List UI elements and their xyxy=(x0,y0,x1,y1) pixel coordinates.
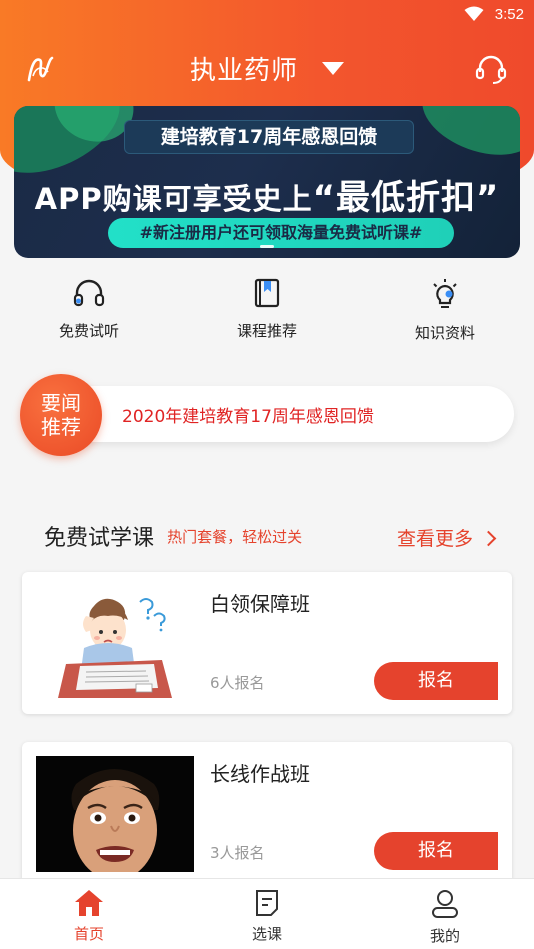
quick-link-label: 课程推荐 xyxy=(236,322,297,340)
banner-leaf-decoration xyxy=(411,106,520,170)
customer-service-icon[interactable] xyxy=(474,52,508,86)
status-bar: 3:52 xyxy=(0,0,534,30)
course-name: 白领保障班 xyxy=(210,592,310,616)
view-more-link[interactable]: 查看更多 xyxy=(396,524,497,551)
view-more-label: 查看更多 xyxy=(396,528,473,550)
tab-profile[interactable]: 我的 xyxy=(385,889,505,946)
page-title: 执业药师 xyxy=(189,56,298,86)
banner-main-prefix: APP购课可享受史上 xyxy=(34,182,313,216)
banner-main-highlight: “最低折扣” xyxy=(312,178,500,218)
status-time: 3:52 xyxy=(494,6,524,23)
lightbulb-icon xyxy=(433,279,457,308)
course-enroll-count: 3人报名 xyxy=(210,844,265,862)
course-thumbnail xyxy=(36,586,194,702)
news-badge-line2: 推荐 xyxy=(41,415,81,439)
thinking-student-illustration xyxy=(58,598,172,698)
tab-label: 首页 xyxy=(73,925,104,943)
course-enroll-count: 6人报名 xyxy=(210,674,265,692)
course-card[interactable]: 长线作战班 3人报名 报名 xyxy=(22,742,512,884)
course-thumbnail xyxy=(36,756,194,872)
pager-dot xyxy=(260,245,274,248)
news-headline[interactable]: 2020年建培教育17周年感恩回馈 xyxy=(122,402,374,427)
title-selector[interactable]: 执业药师 xyxy=(0,50,534,87)
book-icon xyxy=(254,278,280,308)
document-icon xyxy=(256,890,278,916)
signup-button[interactable]: 报名 xyxy=(374,662,498,700)
banner-top-text: 建培教育17周年感恩回馈 xyxy=(124,120,414,154)
section-subtitle: 热门套餐，轻松过关 xyxy=(167,527,303,546)
tab-label: 选课 xyxy=(251,925,282,943)
top-bar: 执业药师 xyxy=(0,46,534,96)
quick-link-free-trial[interactable]: 免费试听 xyxy=(19,278,159,341)
signup-button[interactable]: 报名 xyxy=(374,832,498,870)
quick-link-course-recommend[interactable]: 课程推荐 xyxy=(197,278,337,341)
quick-link-label: 知识资料 xyxy=(414,324,475,342)
user-icon xyxy=(432,890,458,918)
person-photo xyxy=(36,756,194,872)
tab-home[interactable]: 首页 xyxy=(29,889,149,944)
headphones-icon xyxy=(73,279,105,307)
quick-link-knowledge[interactable]: 知识资料 xyxy=(375,278,515,343)
course-card[interactable]: 白领保障班 6人报名 报名 xyxy=(22,572,512,714)
bottom-tab-bar: 首页 选课 我的 xyxy=(0,878,534,949)
promo-banner[interactable]: 建培教育17周年感恩回馈 APP购课可享受史上“最低折扣” #新注册用户还可领取… xyxy=(14,106,520,258)
section-title: 免费试学课 xyxy=(44,526,155,551)
news-ticker[interactable]: 要闻 推荐 2020年建培教育17周年感恩回馈 xyxy=(20,374,514,456)
news-badge: 要闻 推荐 xyxy=(20,374,102,456)
home-icon xyxy=(75,890,103,916)
chevron-right-icon xyxy=(480,530,497,547)
banner-main-text: APP购课可享受史上“最低折扣” xyxy=(14,170,520,219)
caret-down-icon xyxy=(322,62,344,75)
tab-course-select[interactable]: 选课 xyxy=(207,889,327,944)
banner-pager xyxy=(14,233,520,252)
course-name: 长线作战班 xyxy=(210,762,310,786)
tab-label: 我的 xyxy=(429,927,460,945)
quick-link-label: 免费试听 xyxy=(58,322,119,340)
news-badge-line1: 要闻 xyxy=(41,391,81,415)
quick-links: 免费试听 课程推荐 知识资料 xyxy=(0,278,534,348)
free-course-section-header: 免费试学课 热门套餐，轻松过关 查看更多 xyxy=(44,520,497,554)
wifi-icon xyxy=(464,6,484,21)
